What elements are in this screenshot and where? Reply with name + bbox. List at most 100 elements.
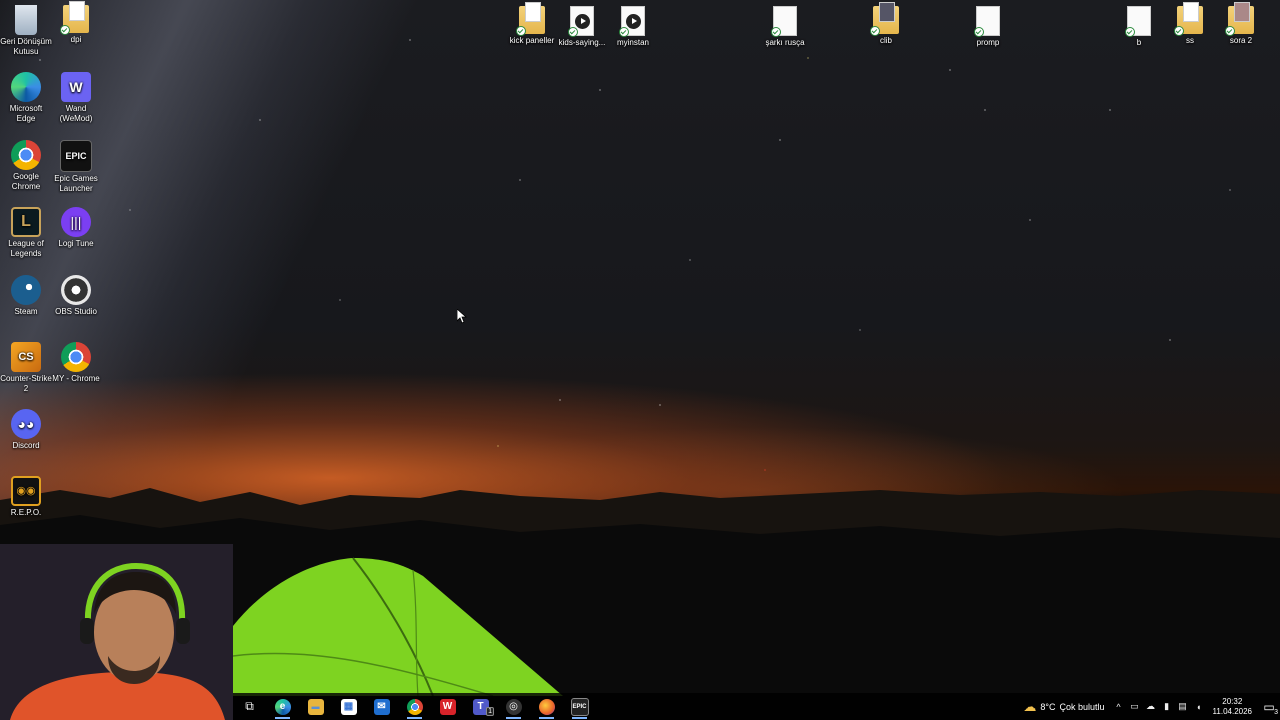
cs2-icon: CS xyxy=(11,342,41,372)
desktop-icon-sora-2[interactable]: sora 2 xyxy=(1215,2,1267,46)
clock-time: 20:32 xyxy=(1222,696,1243,706)
taskbar-store[interactable]: ▦ xyxy=(332,693,365,720)
epic-games-icon: EPIC xyxy=(570,697,589,716)
edge-icon xyxy=(11,72,41,102)
desktop-icon-label: kick paneller xyxy=(509,36,555,45)
taskbar-teams[interactable]: T 1 xyxy=(464,693,497,720)
folder-icon xyxy=(516,2,545,36)
volume-icon[interactable]: ◖ xyxy=(1191,693,1207,720)
repo-icon: ◉◉ xyxy=(11,476,41,506)
desktop-icon-label: Google Chrome xyxy=(11,172,41,191)
taskbar-wps-office[interactable]: W xyxy=(431,693,464,720)
taskbar-file-explorer[interactable]: ▬ xyxy=(299,693,332,720)
wps-office-icon: W xyxy=(439,698,456,715)
desktop-icon-label: şarkı rusça xyxy=(765,38,805,47)
video-file-icon xyxy=(619,6,645,37)
clock[interactable]: 20:32 11.04.2026 xyxy=(1207,697,1258,717)
webcam-overlay xyxy=(0,544,233,720)
wallpaper-stars xyxy=(0,0,1280,520)
microphone-icon[interactable]: ▮ xyxy=(1159,693,1175,720)
folder-icon xyxy=(60,1,89,35)
taskbar-mail[interactable]: ✉ xyxy=(365,693,398,720)
desktop-icon-label: R.E.P.O. xyxy=(10,508,42,517)
webcam-person xyxy=(0,544,233,720)
discord-icon: ◕◕ xyxy=(11,409,41,439)
epic-games-icon: EPIC xyxy=(60,140,92,172)
chrome-icon xyxy=(406,698,423,715)
taskbar-epic-games[interactable]: EPIC xyxy=(563,693,596,720)
file-icon xyxy=(1125,6,1151,37)
firefox-icon xyxy=(538,698,555,715)
store-icon: ▦ xyxy=(340,698,357,715)
desktop-icon-clib[interactable]: clib xyxy=(860,2,912,46)
desktop-icon-kids-saying[interactable]: kids-saying... xyxy=(556,6,608,48)
network-icon[interactable]: ▤ xyxy=(1175,693,1191,720)
desktop-icon-label: Geri Dönüşüm Kutusu xyxy=(0,37,52,56)
taskbar-task-view[interactable]: ⧉ xyxy=(233,693,266,720)
desktop-icon-recycle-bin[interactable]: Geri Dönüşüm Kutusu xyxy=(0,5,52,56)
desktop-icon-obs[interactable]: OBS Studio xyxy=(50,275,102,317)
desktop-icon-ss[interactable]: ss xyxy=(1164,2,1216,46)
folder-icon xyxy=(870,2,899,36)
taskbar-edge[interactable]: e xyxy=(266,693,299,720)
desktop-icon-myinstan[interactable]: myinstan xyxy=(607,6,659,48)
desktop-icon-discord[interactable]: ◕◕ Discord xyxy=(0,409,52,451)
desktop-icon-label: b xyxy=(1136,38,1142,47)
file-icon xyxy=(974,6,1000,37)
logi-tune-icon: ||| xyxy=(61,207,91,237)
task-view-icon: ⧉ xyxy=(245,699,254,713)
desktop-icon-cs2[interactable]: CS Counter-Strike 2 xyxy=(0,342,52,393)
notification-center-button[interactable]: ▭ 3 xyxy=(1258,693,1280,720)
desktop-icon-label: clib xyxy=(879,36,892,45)
desktop-icon-label: Logi Tune xyxy=(58,239,94,248)
taskbar: ⧉ e ▬ ▦ ✉ W T 1 ◎ EPIC ☁ 8°C Çok bulutlu… xyxy=(233,693,1280,720)
desktop-icon-label: League of Legends xyxy=(8,239,44,258)
weather-widget[interactable]: ☁ 8°C Çok bulutlu xyxy=(1017,699,1110,715)
desktop-icon-repo[interactable]: ◉◉ R.E.P.O. xyxy=(0,476,52,518)
teams-badge: 1 xyxy=(486,707,494,716)
meet-now-icon[interactable]: ▭ xyxy=(1127,693,1143,720)
cloudy-weather-icon: ☁ xyxy=(1023,698,1037,714)
wemod-icon: W xyxy=(61,72,91,102)
chevron-up-icon[interactable]: ^ xyxy=(1111,693,1127,720)
onedrive-icon[interactable]: ☁ xyxy=(1143,693,1159,720)
taskbar-obs[interactable]: ◎ xyxy=(497,693,530,720)
desktop-icon-label: Steam xyxy=(14,307,38,316)
taskbar-firefox[interactable] xyxy=(530,693,563,720)
chrome-icon xyxy=(61,342,91,372)
desktop-icon-logi-tune[interactable]: ||| Logi Tune xyxy=(50,207,102,249)
desktop-icon-label: Microsoft Edge xyxy=(9,104,43,123)
desktop-icon-league[interactable]: L League of Legends xyxy=(0,207,52,258)
desktop-icon-label: promp xyxy=(976,38,1000,47)
desktop-icon-epic-games[interactable]: EPIC Epic Games Launcher xyxy=(50,140,102,193)
desktop-icon-label: OBS Studio xyxy=(55,307,97,316)
desktop-icon-dpi[interactable]: dpi xyxy=(50,1,102,45)
league-icon: L xyxy=(11,207,41,237)
file-explorer-icon: ▬ xyxy=(307,698,324,715)
taskbar-chrome[interactable] xyxy=(398,693,431,720)
weather-temp: 8°C xyxy=(1040,701,1056,712)
desktop-icon-sarki-rusca[interactable]: şarkı rusça xyxy=(759,6,811,48)
desktop-icon-label: myinstan xyxy=(616,38,649,47)
folder-icon xyxy=(1225,2,1254,36)
desktop-icon-label: Epic Games Launcher xyxy=(54,174,98,193)
desktop-icon-b[interactable]: b xyxy=(1113,6,1165,48)
wallpaper-tent xyxy=(233,557,563,696)
weather-text: Çok bulutlu xyxy=(1059,701,1105,712)
mouse-cursor-icon xyxy=(457,309,467,324)
system-tray: ☁ 8°C Çok bulutlu ^ ▭ ☁ ▮ ▤ ◖ 20:32 11.0… xyxy=(1017,693,1280,720)
file-icon xyxy=(771,6,797,37)
desktop-icon-my-chrome[interactable]: MY - Chrome xyxy=(50,342,102,384)
desktop-icon-promp[interactable]: promp xyxy=(962,6,1014,48)
recycle-bin-icon xyxy=(15,5,37,35)
desktop-icon-edge[interactable]: Microsoft Edge xyxy=(0,72,52,123)
desktop-icon-label: MY - Chrome xyxy=(52,374,100,383)
notification-count: 3 xyxy=(1274,709,1278,716)
edge-icon: e xyxy=(274,698,291,715)
desktop-icon-steam[interactable]: Steam xyxy=(0,275,52,317)
desktop-icon-label: sora 2 xyxy=(1229,36,1253,45)
desktop-icon-chrome[interactable]: Google Chrome xyxy=(0,140,52,191)
desktop-icon-kick-paneller[interactable]: kick paneller xyxy=(506,2,558,46)
desktop-icon-wemod[interactable]: W Wand (WeMod) xyxy=(50,72,102,123)
desktop-icon-label: Discord xyxy=(12,441,40,450)
